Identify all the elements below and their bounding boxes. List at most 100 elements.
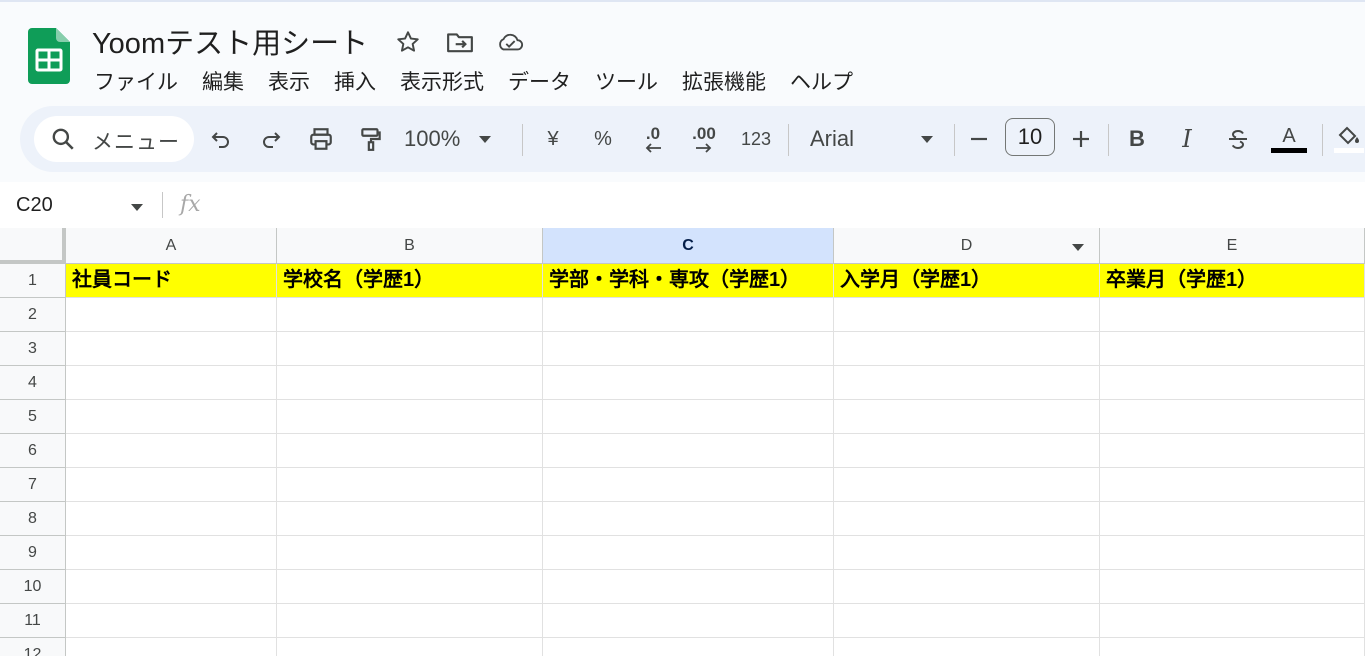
row-header[interactable]: 9 xyxy=(0,536,66,570)
filter-dropdown-icon[interactable] xyxy=(1071,242,1085,252)
currency-format-button[interactable]: ¥ xyxy=(540,120,566,158)
menu-insert[interactable]: 挿入 xyxy=(322,62,388,96)
grid-cell[interactable] xyxy=(66,434,277,468)
grid-cell[interactable] xyxy=(834,434,1100,468)
grid-cell[interactable] xyxy=(1100,638,1365,656)
grid-cell[interactable] xyxy=(543,434,834,468)
grid-cell[interactable] xyxy=(834,638,1100,656)
grid-cell[interactable] xyxy=(277,434,543,468)
grid-cell[interactable] xyxy=(1100,604,1365,638)
redo-icon[interactable] xyxy=(256,120,286,158)
move-folder-icon[interactable] xyxy=(446,28,474,56)
grid-cell[interactable] xyxy=(834,570,1100,604)
font-family-select[interactable]: Arial xyxy=(810,120,934,158)
grid-cell[interactable] xyxy=(277,604,543,638)
increase-decimal-button[interactable]: .00 xyxy=(684,120,724,158)
row-header[interactable]: 4 xyxy=(0,366,66,400)
strikethrough-icon[interactable] xyxy=(1224,120,1252,158)
header-cell[interactable]: 学部・学科・専攻（学歴1） xyxy=(543,264,834,298)
menu-edit[interactable]: 編集 xyxy=(190,62,256,96)
grid-cell[interactable] xyxy=(543,366,834,400)
fill-color-icon[interactable] xyxy=(1334,120,1364,158)
more-formats-button[interactable]: 123 xyxy=(736,120,776,158)
decrease-font-size-icon[interactable] xyxy=(966,120,992,158)
grid-cell[interactable] xyxy=(1100,536,1365,570)
font-size-input[interactable]: 10 xyxy=(1005,118,1055,156)
grid-cell[interactable] xyxy=(543,604,834,638)
row-header[interactable]: 6 xyxy=(0,434,66,468)
grid-cell[interactable] xyxy=(1100,468,1365,502)
row-header[interactable]: 10 xyxy=(0,570,66,604)
grid-cell[interactable] xyxy=(543,638,834,656)
grid-cell[interactable] xyxy=(1100,366,1365,400)
grid-cell[interactable] xyxy=(66,536,277,570)
header-cell[interactable]: 社員コード xyxy=(66,264,277,298)
column-header-d[interactable]: D xyxy=(834,228,1100,264)
zoom-select[interactable]: 100% xyxy=(404,120,514,158)
grid-cell[interactable] xyxy=(277,570,543,604)
row-header[interactable]: 5 xyxy=(0,400,66,434)
grid-cell[interactable] xyxy=(66,400,277,434)
header-cell[interactable]: 卒業月（学歴1） xyxy=(1100,264,1365,298)
italic-button[interactable]: I xyxy=(1174,120,1200,158)
row-header[interactable]: 3 xyxy=(0,332,66,366)
grid-cell[interactable] xyxy=(1100,298,1365,332)
decrease-decimal-button[interactable]: .0 xyxy=(636,120,670,158)
row-header[interactable]: 7 xyxy=(0,468,66,502)
grid-cell[interactable] xyxy=(834,400,1100,434)
grid-cell[interactable] xyxy=(277,332,543,366)
menu-file[interactable]: ファイル xyxy=(82,62,190,96)
row-header[interactable]: 12 xyxy=(0,638,66,656)
grid-cell[interactable] xyxy=(66,366,277,400)
menu-tools[interactable]: ツール xyxy=(583,62,670,96)
select-all-corner[interactable] xyxy=(0,228,66,264)
menu-search[interactable]: メニュー xyxy=(34,116,194,162)
grid-cell[interactable] xyxy=(834,366,1100,400)
grid-cell[interactable] xyxy=(834,298,1100,332)
grid-cell[interactable] xyxy=(834,604,1100,638)
grid-cell[interactable] xyxy=(543,298,834,332)
bold-button[interactable]: B xyxy=(1124,120,1150,158)
grid-cell[interactable] xyxy=(543,570,834,604)
cloud-saved-icon[interactable] xyxy=(496,28,524,56)
header-cell[interactable]: 学校名（学歴1） xyxy=(277,264,543,298)
paint-format-icon[interactable] xyxy=(356,120,386,158)
menu-format[interactable]: 表示形式 xyxy=(388,62,496,96)
grid-cell[interactable] xyxy=(543,502,834,536)
document-title[interactable]: Yoomテスト用シート xyxy=(92,20,368,62)
grid-cell[interactable] xyxy=(543,400,834,434)
column-header-e[interactable]: E xyxy=(1100,228,1365,264)
grid-cell[interactable] xyxy=(66,604,277,638)
text-color-button[interactable]: A xyxy=(1270,120,1308,158)
menu-data[interactable]: データ xyxy=(496,62,583,96)
column-header-a[interactable]: A xyxy=(66,228,277,264)
grid-cell[interactable] xyxy=(1100,400,1365,434)
undo-icon[interactable] xyxy=(206,120,236,158)
row-header[interactable]: 1 xyxy=(0,264,66,298)
grid-cell[interactable] xyxy=(277,502,543,536)
menu-view[interactable]: 表示 xyxy=(256,62,322,96)
column-header-c[interactable]: C xyxy=(543,228,834,264)
grid-cell[interactable] xyxy=(66,502,277,536)
grid-cell[interactable] xyxy=(543,332,834,366)
percent-format-button[interactable]: % xyxy=(590,120,616,158)
grid-cell[interactable] xyxy=(66,298,277,332)
grid-cell[interactable] xyxy=(277,298,543,332)
grid-cell[interactable] xyxy=(277,366,543,400)
grid-cell[interactable] xyxy=(1100,502,1365,536)
chevron-down-icon[interactable] xyxy=(130,202,144,212)
grid-cell[interactable] xyxy=(1100,570,1365,604)
grid-cell[interactable] xyxy=(277,468,543,502)
grid-cell[interactable] xyxy=(1100,332,1365,366)
column-header-b[interactable]: B xyxy=(277,228,543,264)
grid-cell[interactable] xyxy=(277,400,543,434)
grid-cell[interactable] xyxy=(543,468,834,502)
increase-font-size-icon[interactable] xyxy=(1068,120,1094,158)
row-header[interactable]: 8 xyxy=(0,502,66,536)
header-cell[interactable]: 入学月（学歴1） xyxy=(834,264,1100,298)
row-header[interactable]: 2 xyxy=(0,298,66,332)
grid-cell[interactable] xyxy=(277,638,543,656)
grid-cell[interactable] xyxy=(66,468,277,502)
print-icon[interactable] xyxy=(306,120,336,158)
grid-cell[interactable] xyxy=(1100,434,1365,468)
